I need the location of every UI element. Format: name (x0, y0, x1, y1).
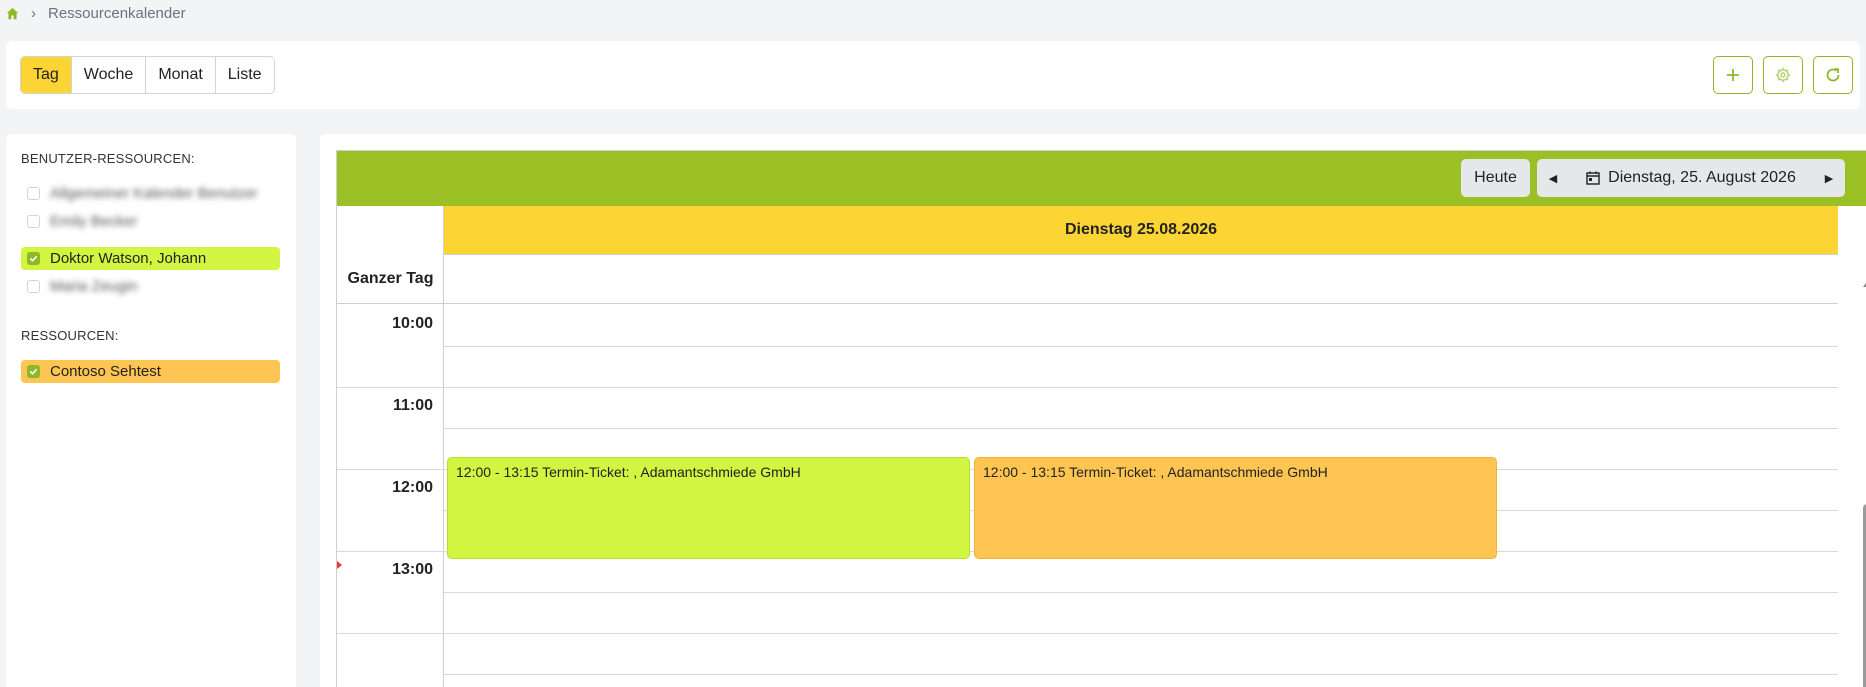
current-time-marker (337, 561, 342, 569)
resource-item-contoso-sehtest[interactable]: Contoso Sehtest (21, 360, 280, 383)
day-heading: Dienstag 25.08.2026 (444, 206, 1838, 255)
checkbox[interactable] (27, 187, 40, 200)
time-label-1300: 13:00 (392, 561, 433, 578)
current-date-label: Dienstag, 25. August 2026 (1608, 169, 1796, 186)
calendar-event[interactable]: 12:00 - 13:15 Termin-Ticket: , Adamantsc… (447, 457, 970, 559)
resource-label: Allgemeiner Kalender Benutzer (50, 185, 258, 202)
settings-button[interactable] (1763, 56, 1803, 94)
resources-title: RESSOURCEN: (21, 328, 119, 343)
breadcrumb: › Ressourcenkalender (6, 3, 186, 23)
resource-label: Emily Becker (50, 213, 138, 230)
hour-line (337, 633, 1838, 634)
resource-label: Doktor Watson, Johann (50, 250, 207, 267)
hour-line (337, 387, 1838, 388)
calendar-panel: Heute ◀ Dienstag, 25. August 2026 ▶ Dien… (320, 134, 1866, 687)
half-hour-line (444, 674, 1838, 675)
calendar: Heute ◀ Dienstag, 25. August 2026 ▶ Dien… (336, 150, 1866, 687)
checkbox[interactable] (27, 215, 40, 228)
calendar-header: Heute ◀ Dienstag, 25. August 2026 ▶ (337, 151, 1866, 206)
view-switcher: Tag Woche Monat Liste (20, 56, 275, 94)
check-icon (29, 255, 38, 262)
today-button[interactable]: Heute (1461, 159, 1530, 197)
view-list-button[interactable]: Liste (216, 57, 274, 93)
event-title: 12:00 - 13:15 Termin-Ticket: , Adamantsc… (456, 464, 801, 480)
resource-sidebar: BENUTZER-RESSOURCEN: Allgemeiner Kalende… (6, 134, 296, 687)
next-day-button[interactable]: ▶ (1813, 159, 1845, 197)
check-icon (29, 368, 38, 375)
scrollbar[interactable] (1860, 274, 1866, 687)
date-navigator: ◀ Dienstag, 25. August 2026 ▶ (1537, 159, 1845, 197)
resource-item-user-2[interactable]: Emily Becker (21, 210, 280, 233)
allday-label: Ganzer Tag (337, 255, 444, 304)
gear-icon (1775, 67, 1791, 83)
checkbox-checked[interactable] (27, 365, 40, 378)
home-icon[interactable] (6, 7, 19, 20)
view-toolbar: Tag Woche Monat Liste (6, 41, 1860, 109)
resource-label: Contoso Sehtest (50, 363, 161, 380)
refresh-icon (1826, 68, 1840, 82)
breadcrumb-current: Ressourcenkalender (48, 4, 186, 22)
view-week-button[interactable]: Woche (72, 57, 147, 93)
allday-slot[interactable] (444, 255, 1838, 304)
resource-item-user-4[interactable]: Maria Zeugin (21, 275, 280, 298)
calendar-event[interactable]: 12:00 - 13:15 Termin-Ticket: , Adamantsc… (974, 457, 1497, 559)
refresh-button[interactable] (1813, 56, 1853, 94)
prev-day-button[interactable]: ◀ (1537, 159, 1569, 197)
time-label-1100: 11:00 (392, 397, 433, 414)
time-label-1200: 12:00 (392, 479, 433, 496)
breadcrumb-separator: › (31, 4, 36, 22)
resource-item-user-1[interactable]: Allgemeiner Kalender Benutzer (21, 182, 280, 205)
half-hour-line (444, 592, 1838, 593)
checkbox[interactable] (27, 280, 40, 293)
time-label-1000: 10:00 (392, 315, 433, 332)
resource-item-doktor-watson[interactable]: Doktor Watson, Johann (21, 247, 280, 270)
half-hour-line (444, 346, 1838, 347)
resource-label: Maria Zeugin (50, 278, 138, 295)
event-title: 12:00 - 13:15 Termin-Ticket: , Adamantsc… (983, 464, 1328, 480)
half-hour-line (444, 428, 1838, 429)
add-button[interactable] (1713, 56, 1753, 94)
plus-icon (1727, 69, 1739, 81)
calendar-icon (1586, 171, 1600, 185)
checkbox-checked[interactable] (27, 252, 40, 265)
view-day-button[interactable]: Tag (21, 57, 72, 93)
date-picker[interactable]: Dienstag, 25. August 2026 (1569, 169, 1813, 187)
view-month-button[interactable]: Monat (146, 57, 216, 93)
user-resources-title: BENUTZER-RESSOURCEN: (21, 151, 195, 166)
